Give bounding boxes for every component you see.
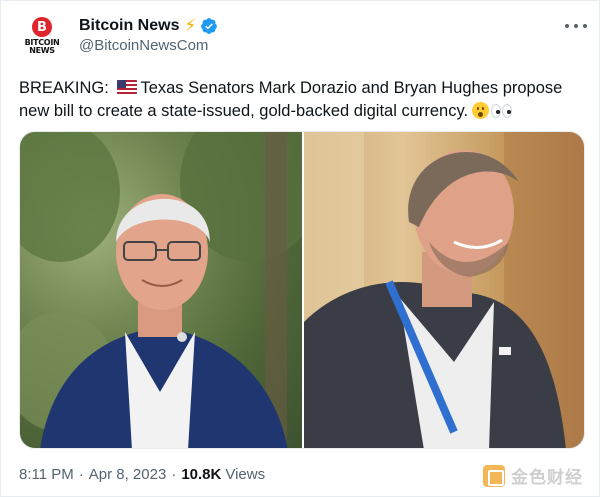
photo-mark-dorazio[interactable] xyxy=(20,132,302,448)
lightning-bolt-icon: ⚡ xyxy=(184,15,197,36)
tweet-media xyxy=(19,131,585,449)
astonished-face-icon xyxy=(472,102,490,119)
watermark-text: 金色财经 xyxy=(511,468,583,488)
tweet-meta: 8:11 PM · Apr 8, 2023 · 10.8K Views xyxy=(19,466,265,483)
avatar[interactable]: B BITCOIN NEWS xyxy=(19,13,65,59)
meta-separator: · xyxy=(78,466,84,483)
tweet-date[interactable]: Apr 8, 2023 xyxy=(89,466,167,483)
author-display-name[interactable]: Bitcoin News xyxy=(79,17,179,35)
meta-separator: · xyxy=(171,466,177,483)
author-handle[interactable]: @BitcoinNewsCom xyxy=(79,37,208,54)
tweet-text: BREAKING: Texas Senators Mark Dorazio an… xyxy=(19,77,585,123)
more-options-icon[interactable] xyxy=(565,17,587,35)
views-count[interactable]: 10.8K xyxy=(181,466,221,483)
photo-bryan-hughes[interactable] xyxy=(304,132,584,448)
author-name-row: Bitcoin News ⚡ xyxy=(79,15,218,37)
verified-badge-icon xyxy=(201,18,218,34)
watermark-logo-icon xyxy=(483,464,505,487)
us-flag-icon xyxy=(117,80,138,94)
eyes-icon xyxy=(491,104,513,118)
watermark: 金色财经 xyxy=(483,463,583,488)
bitcoin-coin-icon: B xyxy=(32,17,52,37)
views-label: Views xyxy=(225,466,266,483)
avatar-brand-text: BITCOIN NEWS xyxy=(24,38,60,55)
tweet-card: B BITCOIN NEWS Bitcoin News ⚡ @BitcoinNew… xyxy=(0,0,600,497)
tweet-text-lead: BREAKING: xyxy=(19,79,114,97)
tweet-time[interactable]: 8:11 PM xyxy=(19,466,74,483)
